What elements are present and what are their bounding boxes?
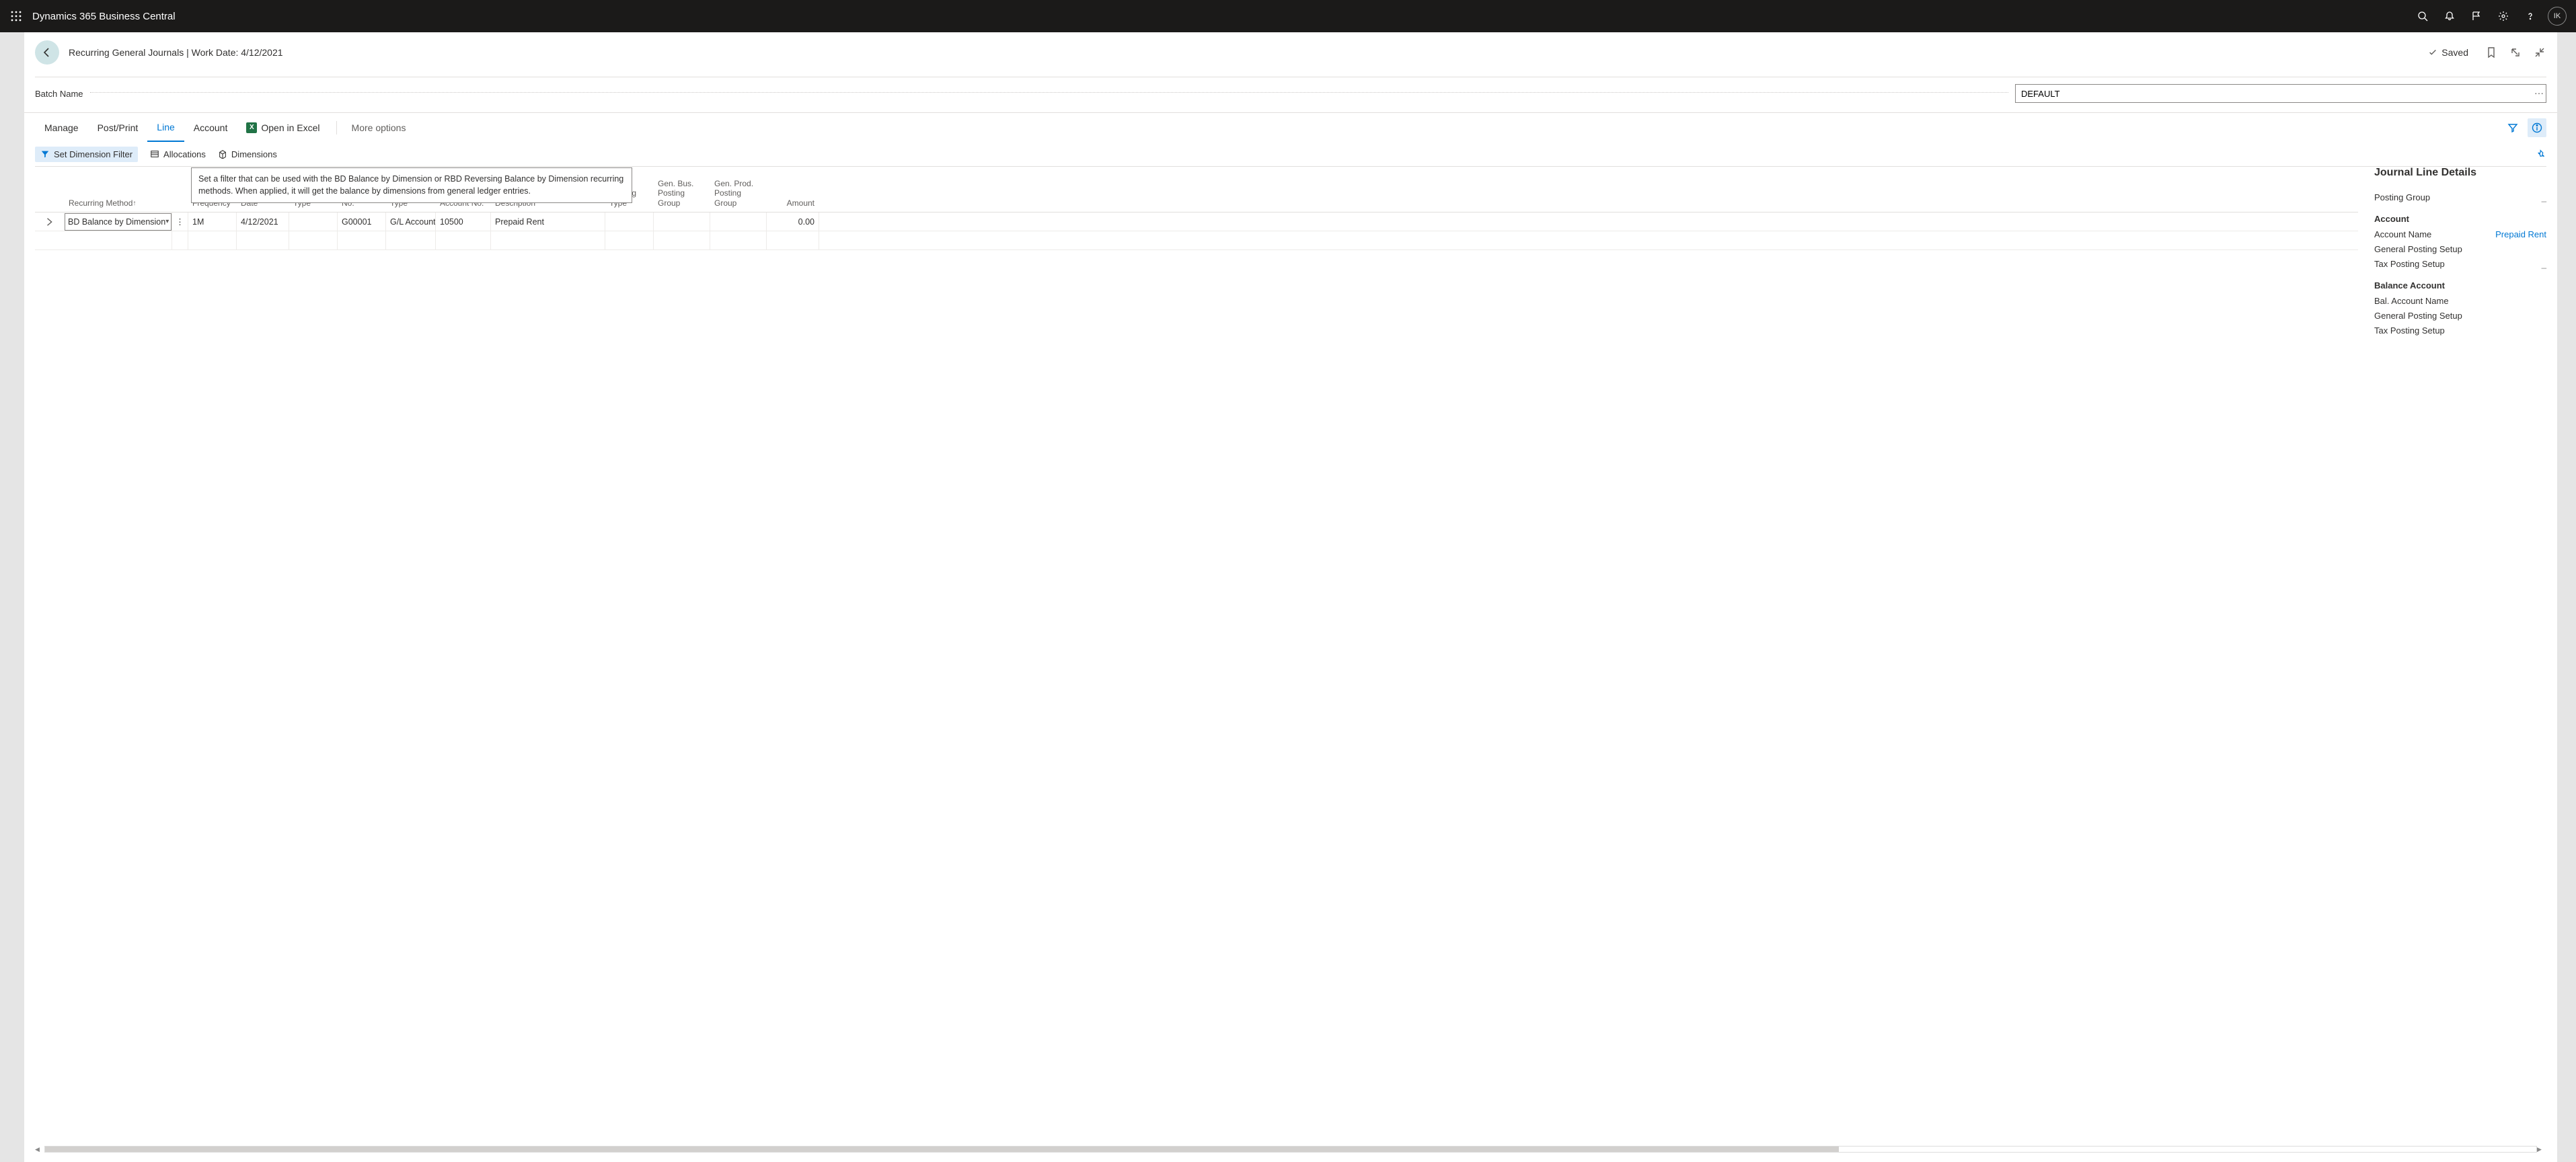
grid-row[interactable]: BD Balance by Dimension ▾ F Fixed V Vari… <box>35 212 2358 231</box>
checkmark-icon <box>2428 48 2437 57</box>
tab-line[interactable]: Line <box>147 113 184 142</box>
scroll-right-icon[interactable]: ▶ <box>2537 1146 2546 1153</box>
col-recurring-method[interactable]: Recurring Method <box>65 198 172 212</box>
left-gutter <box>0 32 24 1162</box>
horizontal-scrollbar[interactable]: ◀ ▶ <box>24 1145 2557 1154</box>
open-in-excel-button[interactable]: X Open in Excel <box>237 113 329 142</box>
bookmark-icon[interactable] <box>2485 46 2498 59</box>
tab-account[interactable]: Account <box>184 113 237 142</box>
set-dimension-filter-label: Set Dimension Filter <box>54 149 132 159</box>
tab-post-print[interactable]: Post/Print <box>88 113 148 142</box>
recurring-method-dropdown[interactable]: BD Balance by Dimension ▾ <box>65 213 172 231</box>
batch-name-input[interactable] <box>2015 84 2546 103</box>
dimensions-icon <box>218 149 227 159</box>
excel-icon: X <box>246 122 257 133</box>
filter-icon[interactable] <box>2503 118 2522 137</box>
cell-posting-date[interactable]: 4/12/2021 <box>237 212 289 231</box>
page-title: Recurring General Journals | Work Date: … <box>69 47 283 58</box>
right-gutter <box>2557 32 2576 1162</box>
app-title: Dynamics 365 Business Central <box>32 11 176 22</box>
dotted-leader <box>90 92 2008 93</box>
more-options-button[interactable]: More options <box>352 122 406 133</box>
cell-gen-posting-type[interactable] <box>605 212 654 231</box>
notification-bell-icon[interactable] <box>2436 0 2463 32</box>
search-icon[interactable] <box>2409 0 2436 32</box>
batch-name-label: Batch Name <box>35 89 83 99</box>
general-posting-setup-label: General Posting Setup <box>2374 244 2462 254</box>
scroll-track[interactable] <box>44 1146 2537 1153</box>
main-card: Recurring General Journals | Work Date: … <box>24 32 2557 1162</box>
info-icon[interactable] <box>2528 118 2546 137</box>
lookup-ellipsis-icon[interactable]: ⋯ <box>2534 88 2544 100</box>
flag-icon[interactable] <box>2463 0 2490 32</box>
app-topbar: Dynamics 365 Business Central IK <box>0 0 2576 32</box>
grid-area: Set a filter that can be used with the B… <box>35 167 2358 1145</box>
balance-account-heading: Balance Account <box>2374 280 2546 290</box>
col-gen-prod-posting-group[interactable]: Gen. Prod. Posting Group <box>710 179 767 212</box>
tax-posting-setup-value: _ <box>2542 259 2546 269</box>
account-name-value[interactable]: Prepaid Rent <box>2495 229 2546 239</box>
saved-label: Saved <box>2441 47 2468 58</box>
recurring-method-value: BD Balance by Dimension <box>68 217 165 227</box>
chevron-down-icon: ▾ <box>165 218 169 225</box>
set-dimension-filter-button[interactable]: Set Dimension Filter <box>35 147 138 162</box>
pin-icon[interactable] <box>2537 149 2546 159</box>
posting-group-label: Posting Group <box>2374 192 2430 202</box>
back-button[interactable] <box>35 40 59 65</box>
popout-icon[interactable] <box>2509 46 2522 59</box>
allocations-button[interactable]: Allocations <box>150 149 206 159</box>
account-section-heading: Account <box>2374 214 2546 224</box>
details-panel: Journal Line Details Posting Group _ Acc… <box>2358 167 2546 1145</box>
cell-account-type[interactable]: G/L Account <box>386 212 436 231</box>
col-amount[interactable]: Amount <box>767 198 819 212</box>
saved-indicator: Saved <box>2428 47 2468 58</box>
bal-general-posting-setup-label: General Posting Setup <box>2374 311 2462 321</box>
cell-account-no[interactable]: 10500 <box>436 212 491 231</box>
empty-row[interactable] <box>35 231 2358 250</box>
user-avatar[interactable]: IK <box>2548 7 2567 26</box>
allocations-label: Allocations <box>163 149 206 159</box>
collapse-icon[interactable] <box>2533 46 2546 59</box>
cell-description[interactable]: Prepaid Rent <box>491 212 605 231</box>
row-actions-icon[interactable]: ⋮ <box>176 212 184 231</box>
row-selector-icon[interactable] <box>35 217 65 227</box>
cell-recurring-frequency[interactable]: 1M <box>188 212 237 231</box>
col-gen-bus-posting-group[interactable]: Gen. Bus. Posting Group <box>654 179 710 212</box>
tooltip: Set a filter that can be used with the B… <box>191 167 632 203</box>
account-name-label: Account Name <box>2374 229 2431 239</box>
cell-document-no[interactable]: G00001 <box>338 212 386 231</box>
funnel-icon <box>40 149 50 159</box>
allocations-icon <box>150 149 159 159</box>
cell-document-type[interactable] <box>289 212 338 231</box>
settings-gear-icon[interactable] <box>2490 0 2517 32</box>
tab-manage[interactable]: Manage <box>35 113 88 142</box>
scroll-left-icon[interactable]: ◀ <box>35 1146 44 1153</box>
open-in-excel-label: Open in Excel <box>261 122 319 133</box>
scroll-thumb[interactable] <box>45 1147 1839 1152</box>
tax-posting-setup-label: Tax Posting Setup <box>2374 259 2445 269</box>
app-launcher-icon[interactable] <box>5 5 27 27</box>
cell-gen-bus-posting-group[interactable] <box>654 212 710 231</box>
cell-amount[interactable]: 0.00 <box>767 212 819 231</box>
posting-group-value: _ <box>2542 192 2546 202</box>
cell-gen-prod-posting-group[interactable] <box>710 212 767 231</box>
bal-tax-posting-setup-label: Tax Posting Setup <box>2374 325 2445 336</box>
details-heading: Journal Line Details <box>2374 167 2546 179</box>
help-icon[interactable] <box>2517 0 2544 32</box>
bal-account-name-label: Bal. Account Name <box>2374 296 2449 306</box>
dimensions-label: Dimensions <box>231 149 277 159</box>
dimensions-button[interactable]: Dimensions <box>218 149 277 159</box>
